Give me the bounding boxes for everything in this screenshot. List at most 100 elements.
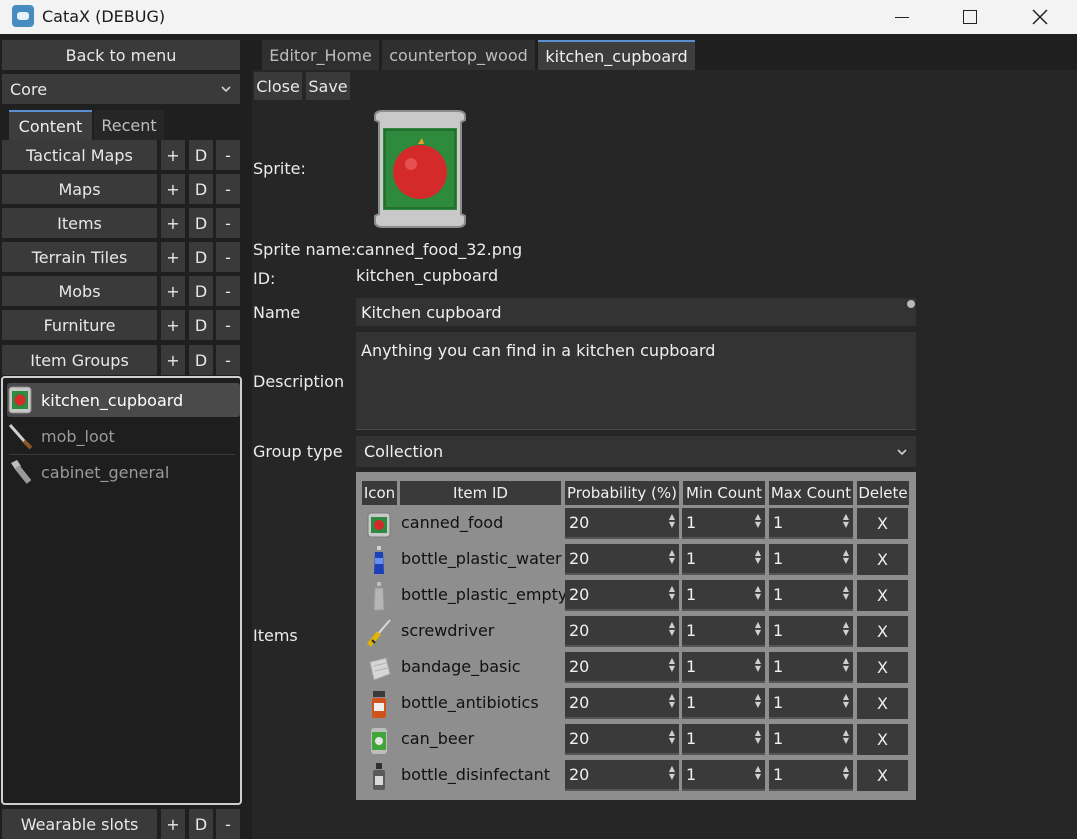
duplicate-button[interactable]: D (189, 242, 213, 272)
list-item-label: mob_loot (41, 426, 115, 446)
category-items-button[interactable]: Items (2, 208, 157, 238)
delete-button[interactable]: - (216, 242, 240, 272)
add-button[interactable]: + (161, 140, 185, 170)
mod-select[interactable]: Core (2, 74, 240, 104)
max-count-spinbox[interactable]: 1 ▲ ▼ (769, 616, 853, 647)
add-button[interactable]: + (161, 276, 185, 306)
probability-spinbox[interactable]: 20 ▲ ▼ (565, 508, 679, 539)
back-to-menu-button[interactable]: Back to menu (2, 40, 240, 70)
add-button[interactable]: + (161, 310, 185, 340)
save-button[interactable]: Save (306, 72, 350, 100)
delete-row-button[interactable]: X (857, 760, 908, 791)
close-window-button[interactable] (1006, 0, 1074, 34)
delete-row-button[interactable]: X (857, 724, 908, 755)
sprite-preview[interactable] (371, 110, 469, 228)
delete-button[interactable]: - (216, 310, 240, 340)
category-row-tactical-maps: Tactical Maps + D - (2, 140, 240, 170)
minimize-button[interactable] (868, 0, 936, 34)
add-button[interactable]: + (161, 242, 185, 272)
add-button[interactable]: + (161, 345, 185, 375)
list-item[interactable]: mob_loot (7, 419, 240, 453)
maximize-button[interactable] (936, 0, 1004, 34)
category-tactical-maps-button[interactable]: Tactical Maps (2, 140, 157, 170)
delete-row-button[interactable]: X (857, 508, 908, 539)
delete-row-button[interactable]: X (857, 580, 908, 611)
probability-spinbox[interactable]: 20 ▲ ▼ (565, 688, 679, 719)
delete-button[interactable]: - (216, 208, 240, 238)
duplicate-button[interactable]: D (189, 140, 213, 170)
probability-spinbox[interactable]: 20 ▲ ▼ (565, 616, 679, 647)
category-terrain-tiles-button[interactable]: Terrain Tiles (2, 242, 157, 272)
list-item[interactable]: kitchen_cupboard (7, 383, 240, 417)
probability-spinbox[interactable]: 20 ▲ ▼ (565, 760, 679, 791)
min-count-spinbox[interactable]: 1 ▲ ▼ (682, 580, 765, 611)
category-mobs-button[interactable]: Mobs (2, 276, 157, 306)
probability-spinbox[interactable]: 20 ▲ ▼ (565, 724, 679, 755)
duplicate-button[interactable]: D (189, 345, 213, 375)
category-furniture-button[interactable]: Furniture (2, 310, 157, 340)
app-logo-icon (12, 5, 34, 27)
max-count-spinbox[interactable]: 1 ▲ ▼ (769, 508, 853, 539)
group-type-select[interactable]: Collection (356, 436, 916, 467)
delete-button[interactable]: - (216, 140, 240, 170)
duplicate-button[interactable]: D (189, 174, 213, 204)
max-count-spinbox[interactable]: 1 ▲ ▼ (769, 580, 853, 611)
delete-button[interactable]: - (216, 345, 240, 375)
delete-row-button[interactable]: X (857, 652, 908, 683)
list-item[interactable]: cabinet_general (7, 455, 240, 489)
screwdriver-icon (366, 618, 392, 648)
max-count-spinbox[interactable]: 1 ▲ ▼ (769, 652, 853, 683)
tab-countertop-wood[interactable]: countertop_wood (382, 40, 535, 70)
tab-recent[interactable]: Recent (94, 110, 164, 140)
duplicate-button[interactable]: D (189, 809, 213, 839)
min-count-spinbox[interactable]: 1 ▲ ▼ (682, 616, 765, 647)
sprite-name-value: canned_food_32.png (356, 240, 523, 259)
delete-button[interactable]: - (216, 276, 240, 306)
delete-button[interactable]: - (216, 809, 240, 839)
spray-bottle-icon (366, 762, 392, 792)
probability-spinbox[interactable]: 20 ▲ ▼ (565, 544, 679, 575)
duplicate-button[interactable]: D (189, 276, 213, 306)
delete-row-button[interactable]: X (857, 688, 908, 719)
description-input[interactable]: Anything you can find in a kitchen cupbo… (356, 332, 916, 430)
resize-handle[interactable] (907, 300, 915, 308)
category-wearable-slots-button[interactable]: Wearable slots (2, 809, 157, 839)
probability-spinbox[interactable]: 20 ▲ ▼ (565, 580, 679, 611)
add-button[interactable]: + (161, 174, 185, 204)
delete-button[interactable]: - (216, 174, 240, 204)
max-count-spinbox[interactable]: 1 ▲ ▼ (769, 760, 853, 791)
close-button[interactable]: Close (254, 72, 302, 100)
spin-arrows-icon: ▲ ▼ (754, 692, 762, 709)
add-button[interactable]: + (161, 809, 185, 839)
spin-arrows-icon: ▲ ▼ (842, 692, 850, 709)
empty-bottle-icon (366, 582, 392, 612)
min-count-spinbox[interactable]: 1 ▲ ▼ (682, 544, 765, 575)
maximize-icon (963, 10, 977, 24)
min-count-spinbox[interactable]: 1 ▲ ▼ (682, 760, 765, 791)
min-count-spinbox[interactable]: 1 ▲ ▼ (682, 652, 765, 683)
max-count-spinbox[interactable]: 1 ▲ ▼ (769, 724, 853, 755)
category-row-maps: Maps + D - (2, 174, 240, 204)
group-type-label: Group type (253, 442, 343, 461)
table-row: canned_food 20 ▲ ▼ 1 ▲ ▼ 1 ▲ ▼ X (356, 507, 916, 541)
probability-spinbox[interactable]: 20 ▲ ▼ (565, 652, 679, 683)
name-input[interactable]: Kitchen cupboard (356, 298, 916, 326)
min-count-spinbox[interactable]: 1 ▲ ▼ (682, 724, 765, 755)
tab-content[interactable]: Content (9, 110, 92, 140)
tab-editor-home[interactable]: Editor_Home (262, 40, 379, 70)
category-maps-button[interactable]: Maps (2, 174, 157, 204)
table-row: bottle_disinfectant 20 ▲ ▼ 1 ▲ ▼ 1 ▲ ▼ X (356, 759, 916, 793)
duplicate-button[interactable]: D (189, 208, 213, 238)
add-button[interactable]: + (161, 208, 185, 238)
min-count-spinbox[interactable]: 1 ▲ ▼ (682, 688, 765, 719)
category-item-groups-button[interactable]: Item Groups (2, 345, 157, 375)
duplicate-button[interactable]: D (189, 310, 213, 340)
max-count-spinbox[interactable]: 1 ▲ ▼ (769, 544, 853, 575)
min-count-spinbox[interactable]: 1 ▲ ▼ (682, 508, 765, 539)
spin-arrows-icon: ▲ ▼ (668, 656, 676, 673)
delete-row-button[interactable]: X (857, 616, 908, 647)
delete-row-button[interactable]: X (857, 544, 908, 575)
tab-kitchen-cupboard[interactable]: kitchen_cupboard (538, 40, 695, 70)
max-count-spinbox[interactable]: 1 ▲ ▼ (769, 688, 853, 719)
chevron-down-icon (897, 449, 907, 456)
